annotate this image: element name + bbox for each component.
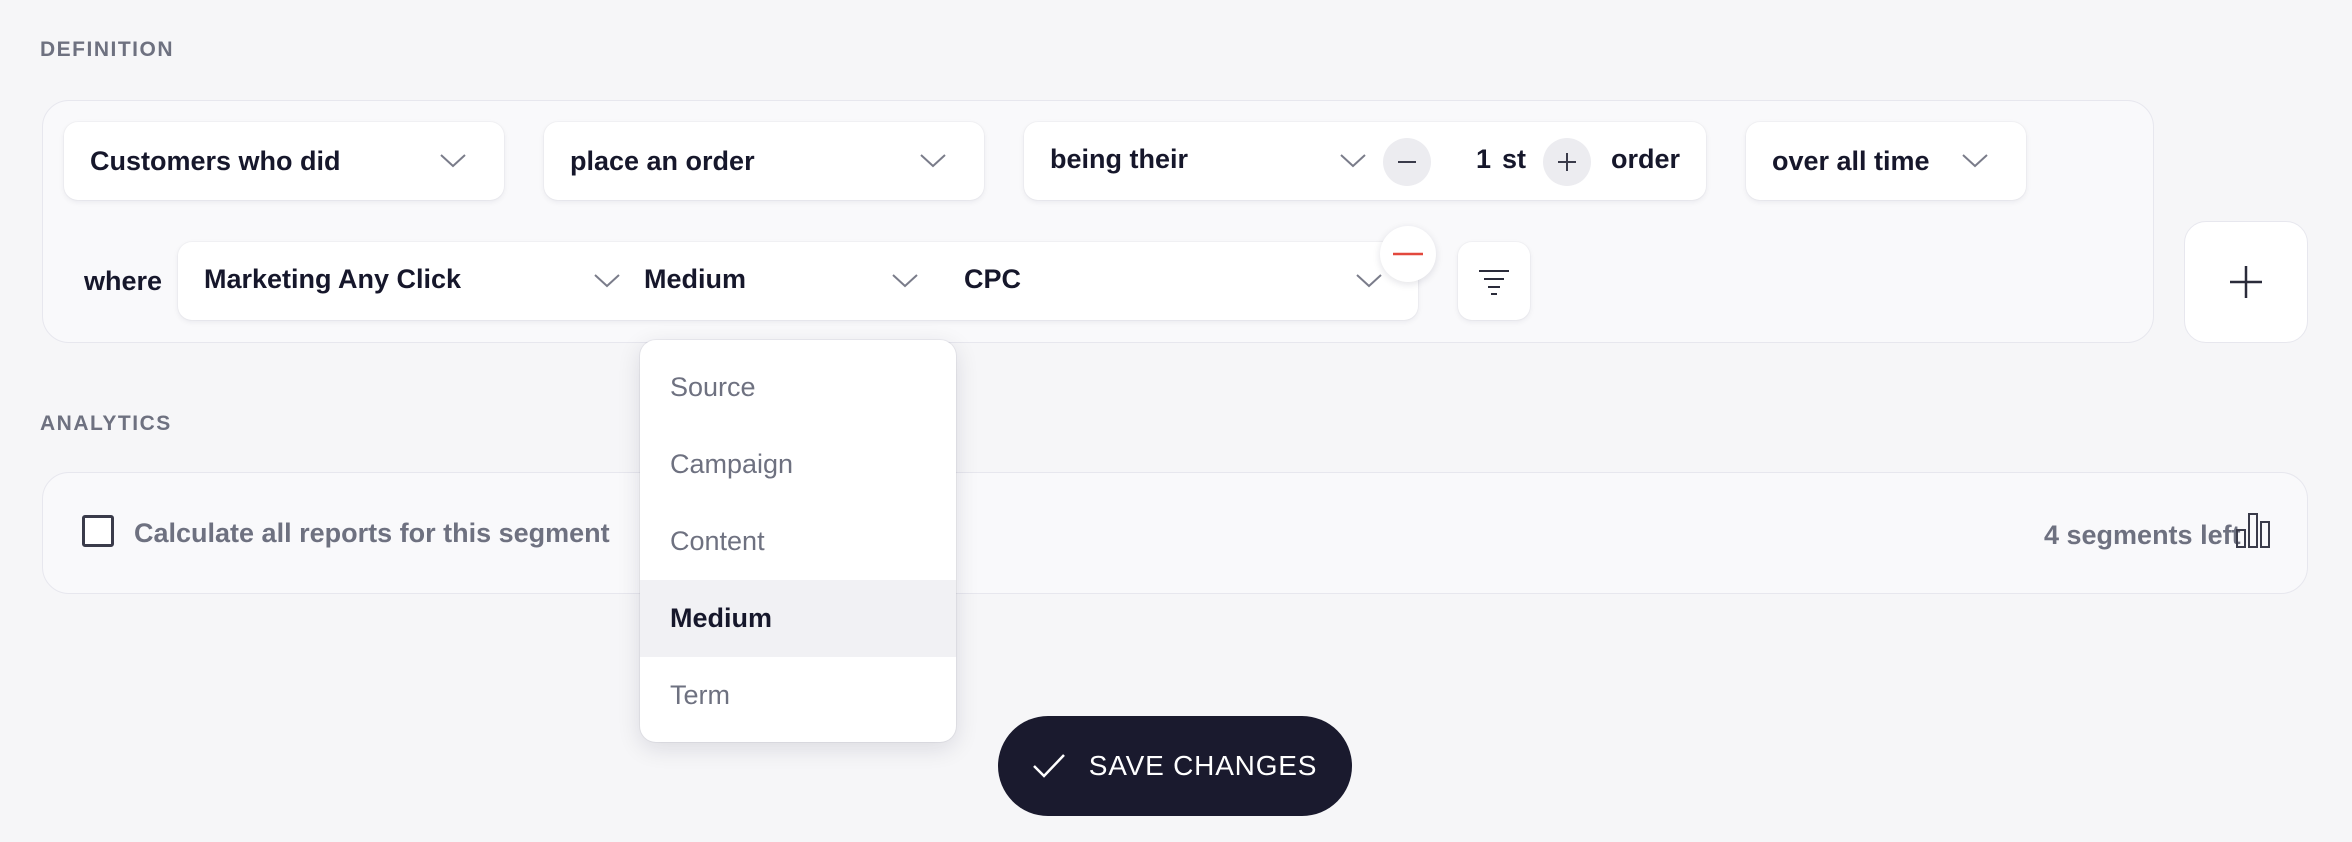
property-option-medium[interactable]: Medium: [640, 580, 956, 657]
chevron-down-icon: [1962, 154, 1988, 168]
minus-icon: [1393, 252, 1423, 256]
value-select-value: CPC: [964, 264, 1022, 294]
increment-button[interactable]: [1543, 138, 1591, 186]
timeframe-select-value: over all time: [1772, 145, 1930, 176]
property-option-term[interactable]: Term: [640, 657, 956, 734]
subject-select[interactable]: Customers who did: [64, 122, 504, 200]
attribute-select[interactable]: Marketing Any Click: [178, 242, 620, 320]
property-dropdown-menu: Source Campaign Content Medium Term: [640, 340, 956, 742]
ordinal-suffix: st: [1502, 144, 1527, 174]
save-changes-button[interactable]: SAVE CHANGES: [998, 716, 1352, 816]
analytics-section-title: ANALYTICS: [40, 412, 172, 435]
chevron-down-icon: [1356, 274, 1382, 288]
segments-left-text: 4 segments left: [2044, 520, 2241, 550]
value-select[interactable]: CPC: [938, 242, 1418, 320]
chevron-down-icon: [1340, 154, 1366, 168]
where-label: where: [84, 266, 163, 296]
filter-button[interactable]: [1458, 242, 1530, 320]
ordinal-unit: order: [1611, 144, 1681, 174]
property-dropdown-list: Source Campaign Content Medium Term: [640, 340, 956, 734]
chevron-down-icon: [440, 154, 466, 168]
chevron-down-icon: [920, 154, 946, 168]
save-changes-label: SAVE CHANGES: [1088, 750, 1318, 781]
bar-chart-icon: [2236, 513, 2270, 548]
property-option-content[interactable]: Content: [640, 503, 956, 580]
checkmark-icon: [1032, 754, 1065, 778]
calculate-reports-label: Calculate all reports for this segment: [134, 518, 610, 548]
ordinal-select[interactable]: being their 1 st order: [1024, 122, 1706, 200]
chevron-down-icon: [892, 274, 918, 288]
definition-section-title: DEFINITION: [40, 38, 174, 61]
property-select[interactable]: Medium: [618, 242, 938, 320]
attribute-select-value: Marketing Any Click: [204, 264, 462, 294]
plus-icon: [2230, 266, 2262, 298]
plus-icon: [1558, 153, 1576, 171]
ordinal-value: 1: [1476, 144, 1492, 174]
calculate-reports-checkbox[interactable]: [82, 515, 114, 547]
decrement-button[interactable]: [1383, 138, 1431, 186]
action-select-value: place an order: [570, 145, 755, 176]
add-condition-button[interactable]: [2184, 221, 2308, 343]
remove-condition-button[interactable]: [1380, 226, 1436, 282]
property-option-source[interactable]: Source: [640, 349, 956, 426]
minus-icon: [1398, 161, 1416, 163]
property-select-value: Medium: [644, 264, 747, 294]
filter-icon: [1479, 270, 1509, 295]
chevron-down-icon: [594, 274, 620, 288]
filter-condition-group: Marketing Any Click Medium CPC: [178, 242, 1418, 320]
timeframe-select[interactable]: over all time: [1746, 122, 2026, 200]
ordinal-mode-value: being their: [1050, 144, 1189, 174]
subject-select-value: Customers who did: [90, 145, 341, 176]
property-option-campaign[interactable]: Campaign: [640, 426, 956, 503]
action-select[interactable]: place an order: [544, 122, 984, 200]
